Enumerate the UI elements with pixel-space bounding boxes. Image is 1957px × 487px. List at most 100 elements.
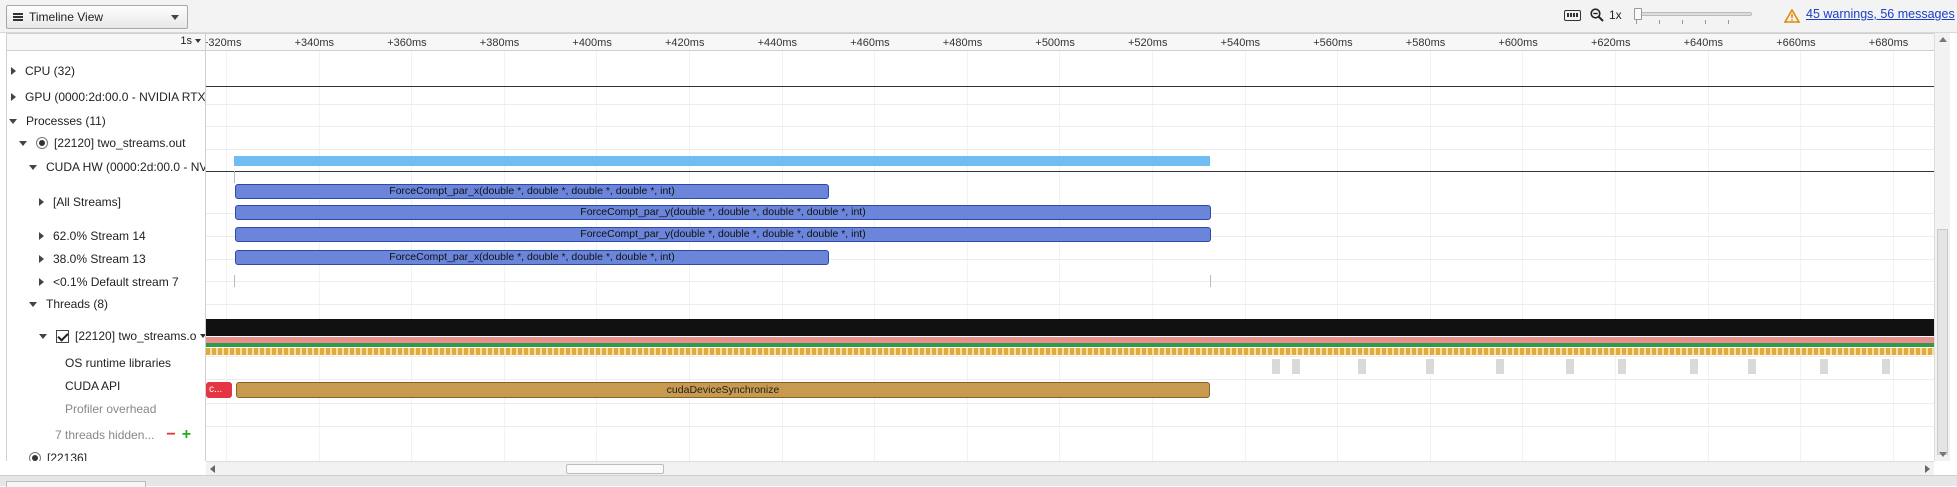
expand-arrow-icon[interactable] (11, 93, 16, 101)
ruler-tick-label: +660ms (1776, 37, 1816, 49)
ruler-header: 1s (6, 33, 206, 51)
os-runtime-call[interactable] (1690, 359, 1698, 374)
os-runtime-call[interactable] (1272, 359, 1280, 374)
collapse-arrow-icon[interactable] (29, 164, 37, 170)
ruler-tick-label: +400ms (572, 37, 612, 49)
collapse-arrow-icon[interactable] (19, 140, 27, 146)
warnings-link[interactable]: 45 warnings, 56 messages (1806, 7, 1955, 21)
expand-arrow-icon[interactable] (11, 67, 16, 75)
kernel-force-x-all-streams[interactable]: ForceCompt_par_x(double *, double *, dou… (235, 184, 829, 199)
ruler-tick-label: +360ms (387, 37, 427, 49)
tree-row-default-stream[interactable]: <0.1% Default stream 7 (39, 272, 205, 292)
horizontal-scrollbar[interactable] (206, 461, 1934, 475)
kernel-force-x-stream-13[interactable]: ForceCompt_par_x(double *, double *, dou… (235, 250, 829, 265)
chevron-down-icon (195, 39, 201, 44)
expand-arrow-icon[interactable] (39, 198, 44, 206)
ruler-tick-label: +560ms (1313, 37, 1353, 49)
collapse-arrow-icon[interactable] (29, 301, 37, 307)
os-runtime-call[interactable] (1496, 359, 1504, 374)
thread-activity-bar[interactable] (206, 319, 1934, 336)
bottom-panel-divider[interactable] (0, 475, 1957, 486)
tree-row-all-streams[interactable]: [All Streams] (39, 192, 205, 212)
expand-arrow-icon[interactable] (39, 255, 44, 263)
cuda-device-synchronize-call[interactable]: cudaDeviceSynchronize (236, 382, 1210, 398)
scroll-left-icon[interactable] (210, 465, 215, 473)
ruler-tick-label: +440ms (757, 37, 798, 49)
os-runtime-call[interactable] (1882, 359, 1890, 374)
thread-checkbox[interactable] (56, 329, 69, 343)
vertical-scrollbar[interactable] (1934, 33, 1950, 461)
gridline (1152, 51, 1153, 461)
thread-running-strip (206, 343, 1934, 347)
kernel-force-y-all-streams[interactable]: ForceCompt_par_y(double *, double *, dou… (235, 205, 1211, 220)
tree-row-processes[interactable]: Processes (11) (9, 111, 205, 131)
ruler-tick-label: +540ms (1220, 37, 1261, 49)
tree-label-process: [22120] two_streams.out (54, 136, 186, 150)
collapse-arrow-icon[interactable] (9, 118, 17, 124)
ruler-tick-label: +620ms (1591, 37, 1631, 49)
row-separator (206, 426, 1934, 427)
gridline (1244, 51, 1246, 461)
os-runtime-call[interactable] (1748, 359, 1756, 374)
tree-row-stream-14[interactable]: 62.0% Stream 14 (39, 226, 205, 246)
timeline-canvas[interactable]: ForceCompt_par_x(double *, double *, dou… (206, 51, 1934, 461)
tree-row-threads[interactable]: Threads (8) (29, 294, 205, 314)
gridline (226, 51, 227, 461)
gridline (1892, 51, 1894, 461)
tree-row-os-runtime[interactable]: OS runtime libraries (65, 353, 205, 373)
scroll-right-icon[interactable] (1925, 465, 1930, 473)
tree-row-cuda-hw[interactable]: CUDA HW (0000:2d:00.0 - NV (29, 157, 205, 177)
timeline-tree: CPU (32) GPU (0000:2d:00.0 - NVIDIA RTX … (6, 51, 206, 461)
os-runtime-call[interactable] (1820, 359, 1828, 374)
bottom-panel-tab[interactable] (6, 481, 146, 487)
scroll-down-icon[interactable] (1939, 452, 1947, 457)
process-radio[interactable] (29, 452, 41, 461)
process-radio[interactable] (36, 137, 48, 149)
hamburger-icon (13, 13, 23, 21)
expand-arrow-icon[interactable] (39, 278, 44, 286)
tree-row-cpu[interactable]: CPU (32) (11, 61, 205, 81)
cuda-api-call[interactable]: c... (206, 382, 232, 398)
view-select-dropdown[interactable]: Timeline View (6, 5, 188, 29)
os-runtime-call[interactable] (1292, 359, 1300, 374)
tree-label-thread: [22120] two_streams.o (75, 329, 197, 343)
os-runtime-strip[interactable] (206, 348, 1934, 355)
zoom-slider-thumb[interactable] (1634, 8, 1642, 20)
os-runtime-call[interactable] (1618, 359, 1626, 374)
gridline (1800, 51, 1802, 461)
os-runtime-call[interactable] (1358, 359, 1366, 374)
minus-icon[interactable]: − (166, 426, 175, 444)
tree-row-next-process[interactable]: [22136] (29, 448, 205, 461)
tree-row-cuda-api[interactable]: CUDA API (65, 376, 205, 396)
cuda-hw-utilization-bar[interactable] (234, 156, 1210, 166)
tree-label-cpu: CPU (32) (25, 64, 76, 78)
horizontal-scroll-thumb[interactable] (566, 464, 664, 474)
gridline (1337, 51, 1339, 461)
expand-arrow-icon[interactable] (39, 232, 44, 240)
plus-icon[interactable]: + (182, 426, 191, 444)
collapse-arrow-icon[interactable] (39, 333, 47, 339)
kernel-force-y-stream-14[interactable]: ForceCompt_par_y(double *, double *, dou… (235, 227, 1211, 242)
tree-row-profiler-overhead[interactable]: Profiler overhead (65, 399, 205, 419)
zoom-slider[interactable] (1634, 8, 1752, 24)
tree-row-process[interactable]: [22120] two_streams.out (19, 133, 205, 153)
view-select-label: Timeline View (29, 10, 104, 24)
time-ruler[interactable]: +320ms +340ms +360ms +380ms +400ms +420ms +440… (206, 33, 1934, 51)
vertical-scroll-thumb[interactable] (1937, 229, 1948, 455)
toolbar: Timeline View 1x 45 warnings, 56 message… (0, 0, 1957, 33)
keyboard-icon[interactable] (1564, 10, 1581, 21)
ruler-tick-label: +520ms (1128, 37, 1168, 49)
scroll-up-icon[interactable] (1939, 37, 1947, 42)
scale-select[interactable]: 1s (180, 35, 201, 47)
gridline (1522, 51, 1524, 461)
tree-row-thread[interactable]: [22120] two_streams.o (39, 326, 205, 346)
tree-label-profiler-overhead: Profiler overhead (65, 402, 157, 416)
chevron-down-icon (171, 15, 179, 20)
gridline (874, 51, 876, 461)
tree-row-stream-13[interactable]: 38.0% Stream 13 (39, 249, 205, 269)
os-runtime-call[interactable] (1566, 359, 1574, 374)
cuda-hw-row-separator (206, 171, 1934, 172)
tree-row-gpu[interactable]: GPU (0000:2d:00.0 - NVIDIA RTX (11, 87, 205, 107)
os-runtime-call[interactable] (1426, 359, 1434, 374)
zoom-out-icon[interactable] (1590, 8, 1604, 22)
